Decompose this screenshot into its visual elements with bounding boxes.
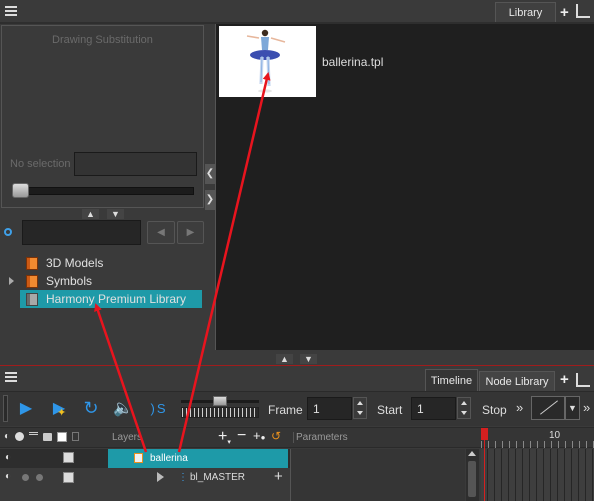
annotation-arrow-to-template: [177, 72, 271, 453]
annotation-arrows: [94, 72, 271, 453]
annotation-arrow-to-library: [94, 303, 148, 453]
